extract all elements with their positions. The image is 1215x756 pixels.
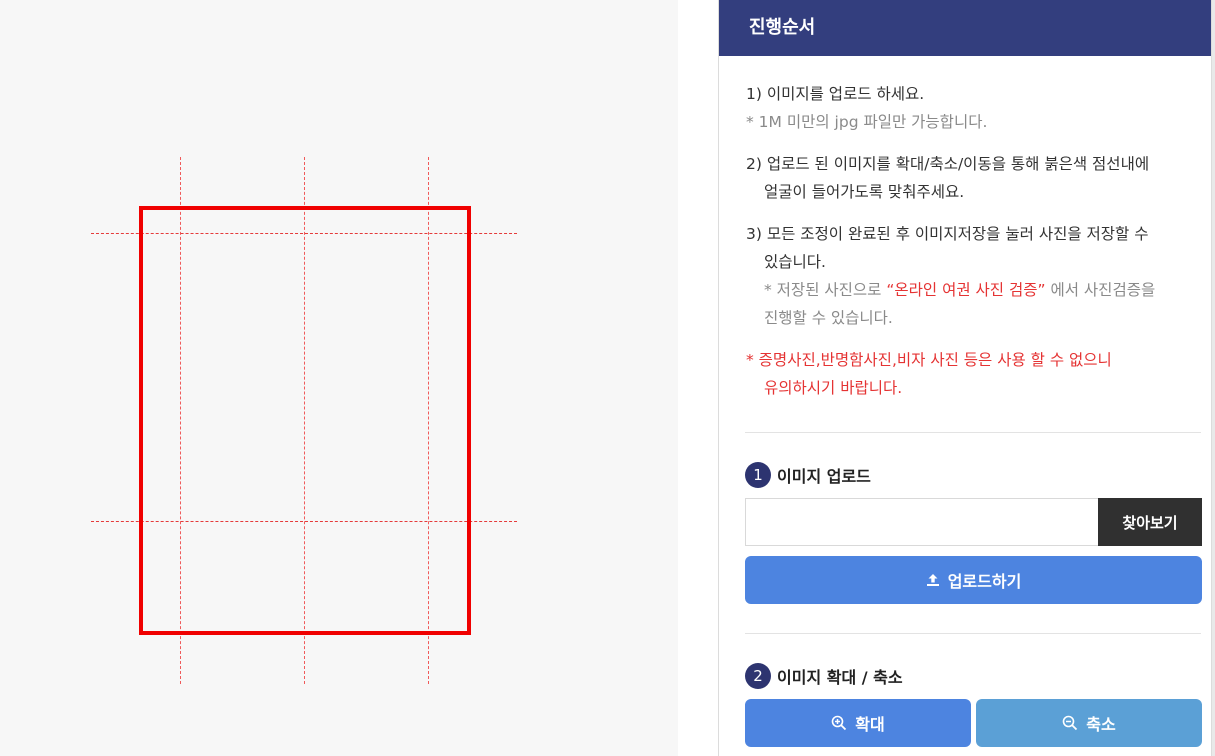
step-2-text-cont: 얼굴이 들어가도록 맞춰주세요. (764, 183, 965, 201)
step-number-badge: 1 (745, 462, 771, 488)
upload-section-label: 이미지 업로드 (777, 467, 871, 486)
step-3-note-suffix: 에서 사진검증을 (1045, 281, 1156, 299)
step-number-badge: 2 (745, 663, 771, 689)
step-3-text-cont: 있습니다. (764, 253, 826, 271)
zoom-section-title: 2 이미지 확대 / 축소 (745, 662, 903, 690)
file-path-input[interactable] (745, 498, 1098, 546)
upload-section-title: 1 이미지 업로드 (745, 461, 871, 489)
step-2-text: 2) 업로드 된 이미지를 확대/축소/이동을 통해 붉은색 점선내에 (746, 155, 1150, 173)
zoom-in-button[interactable]: 확대 (745, 699, 971, 747)
photo-verify-link[interactable]: “온라인 여권 사진 검증” (886, 281, 1045, 299)
warning-text-cont: 유의하시기 바랍니다. (764, 379, 903, 397)
upload-icon (926, 573, 940, 587)
zoom-out-button[interactable]: 축소 (976, 699, 1202, 747)
zoom-out-icon (1062, 715, 1078, 731)
section-divider (745, 432, 1201, 433)
step-3-note-prefix: * 저장된 사진으로 (764, 281, 887, 299)
section-divider (745, 633, 1201, 634)
upload-button-label: 업로드하기 (947, 572, 1022, 591)
zoom-section-label: 이미지 확대 / 축소 (777, 668, 903, 687)
warning-text: * 증명사진,반명함사진,비자 사진 등은 사용 할 수 없으니 (746, 351, 1112, 369)
step-1-note: * 1M 미만의 jpg 파일만 가능합니다. (746, 113, 988, 131)
browse-button[interactable]: 찾아보기 (1098, 498, 1202, 546)
zoom-in-icon (831, 715, 847, 731)
step-1-text: 1) 이미지를 업로드 하세요. (746, 85, 925, 103)
zoom-in-label: 확대 (855, 715, 885, 734)
photo-frame (139, 206, 471, 635)
control-panel: 진행순서 1) 이미지를 업로드 하세요. * 1M 미만의 jpg 파일만 가… (718, 0, 1212, 756)
photo-canvas[interactable] (0, 0, 678, 756)
panel-header: 진행순서 (719, 0, 1211, 56)
step-3-text: 3) 모든 조정이 완료된 후 이미지저장을 눌러 사진을 저장할 수 (746, 225, 1149, 243)
instruction-steps: 1) 이미지를 업로드 하세요. * 1M 미만의 jpg 파일만 가능합니다.… (746, 80, 1186, 402)
upload-button[interactable]: 업로드하기 (745, 556, 1202, 604)
zoom-out-label: 축소 (1086, 715, 1116, 734)
step-3-note-cont: 진행할 수 있습니다. (764, 309, 893, 327)
step-3-note: * 저장된 사진으로 “온라인 여권 사진 검증” 에서 사진검증을 (746, 276, 1186, 304)
